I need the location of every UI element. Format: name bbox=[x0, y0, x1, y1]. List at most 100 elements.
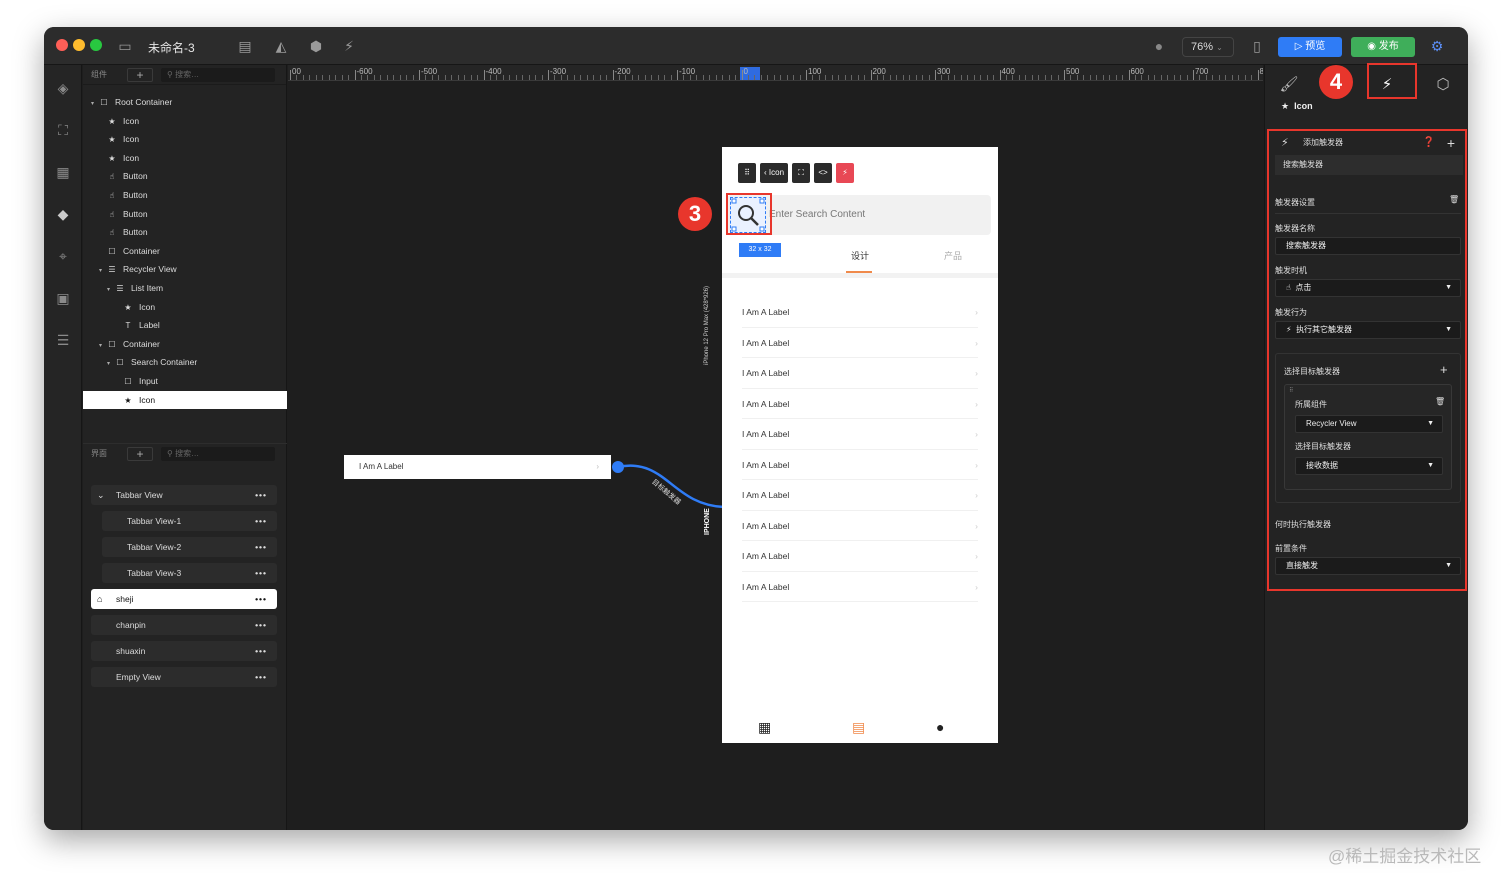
target-trigger-select[interactable]: 接收数据 ▼ bbox=[1295, 457, 1443, 475]
tab-product[interactable]: 产品 bbox=[944, 249, 962, 262]
device-icon[interactable]: ▯ bbox=[1248, 37, 1266, 55]
page-item[interactable]: Tabbar View-1 ••• bbox=[102, 511, 277, 531]
owner-component-select[interactable]: Recycler View ▼ bbox=[1295, 415, 1443, 433]
trigger-item[interactable]: 搜索触发器 bbox=[1275, 155, 1463, 175]
profile-icon[interactable]: ● bbox=[936, 719, 944, 735]
trash-icon[interactable]: 🗑 bbox=[1449, 195, 1459, 204]
layer-item[interactable]: ☝ Button bbox=[83, 205, 287, 224]
more-icon[interactable]: ••• bbox=[255, 641, 267, 661]
package-icon[interactable]: ⬡ bbox=[1425, 71, 1461, 99]
layer-item[interactable]: ☝ Button bbox=[83, 223, 287, 242]
drag-handle-icon[interactable]: ⠿ bbox=[738, 163, 756, 183]
trigger-timing-select[interactable]: ☝ 点击 ▼ bbox=[1275, 279, 1461, 297]
code-icon[interactable]: <> bbox=[814, 163, 833, 183]
layer-item[interactable]: ☐ Container bbox=[83, 242, 287, 261]
layer-item[interactable]: ▾ ☐ Root Container bbox=[83, 93, 287, 112]
chevron-down-icon[interactable]: ⌄ bbox=[97, 485, 105, 505]
publish-button[interactable]: ◉ 发布 bbox=[1351, 37, 1415, 57]
list-item[interactable]: I Am A Label › bbox=[742, 328, 978, 358]
layer-item[interactable]: ▾ ☐ Search Container bbox=[83, 353, 287, 372]
list-item[interactable]: I Am A Label › bbox=[742, 541, 978, 572]
close-window-button[interactable] bbox=[56, 39, 68, 51]
blocks-icon[interactable]: ⛶ bbox=[52, 119, 74, 141]
widgets-icon[interactable]: ▦ bbox=[52, 161, 74, 183]
drag-handle-icon[interactable]: ⠿ bbox=[1289, 387, 1293, 394]
page-item[interactable]: shuaxin ••• bbox=[91, 641, 277, 661]
layer-item[interactable]: ☝ Button bbox=[83, 167, 287, 186]
layers-search-input[interactable]: ⚲ 搜索… bbox=[161, 67, 275, 82]
trash-icon[interactable]: 🗑 bbox=[1435, 397, 1445, 406]
layer-item[interactable]: ▾ ☰ List Item bbox=[83, 279, 287, 298]
dashboard-icon[interactable]: ▦ bbox=[758, 719, 771, 736]
layer-item[interactable]: ▾ ☐ Container bbox=[83, 335, 287, 354]
zoom-select[interactable]: 76% ⌄ bbox=[1182, 37, 1234, 57]
page-item[interactable]: Tabbar View-2 ••• bbox=[102, 537, 277, 557]
fullscreen-icon[interactable]: ⛶ bbox=[792, 163, 811, 183]
more-icon[interactable]: ••• bbox=[255, 563, 267, 583]
page-item[interactable]: chanpin ••• bbox=[91, 615, 277, 635]
layer-item[interactable]: ★ Icon bbox=[83, 112, 287, 131]
pages-icon[interactable]: ▣ bbox=[52, 287, 74, 309]
canvas[interactable]: 00 -600 -500 -400 -300 -200 -100 0 100 200 300 400 5… bbox=[288, 65, 1263, 830]
settings-sliders-icon[interactable]: ⚙ bbox=[1428, 37, 1446, 55]
list-item[interactable]: I Am A Label › bbox=[742, 511, 978, 541]
pages-search-input[interactable]: ⚲ 搜索… bbox=[161, 446, 275, 461]
list-item[interactable]: I Am A Label › bbox=[742, 450, 978, 480]
layer-item[interactable]: ▾ ☰ Recycler View bbox=[83, 260, 287, 279]
page-item[interactable]: Tabbar View-3 ••• bbox=[102, 563, 277, 583]
pin-icon[interactable]: ⌖ bbox=[52, 245, 74, 267]
trigger-action-select[interactable]: ⚡ 执行其它触发器 ▼ bbox=[1275, 321, 1461, 339]
brush-icon[interactable]: 🖌 bbox=[1271, 71, 1307, 99]
layer-item[interactable]: T Label bbox=[83, 316, 287, 335]
document-icon[interactable]: ▤ bbox=[852, 719, 865, 736]
layer-item[interactable]: ★ Icon bbox=[83, 390, 287, 410]
layer-item[interactable]: ★ Icon bbox=[83, 149, 287, 168]
tab-design[interactable]: 设计 bbox=[851, 249, 869, 262]
file-icon[interactable]: ▤ bbox=[236, 37, 254, 55]
phone-frame[interactable]: ⠿ ‹ Icon ⛶ <> ⚡ Enter Search Content 32 … bbox=[722, 147, 998, 743]
sidebar-toggle-icon[interactable]: ▭ bbox=[116, 37, 134, 55]
layer-item[interactable]: ☝ Button bbox=[83, 186, 287, 205]
minimize-window-button[interactable] bbox=[73, 39, 85, 51]
layer-item[interactable]: ★ Icon bbox=[83, 298, 287, 317]
table-icon[interactable]: ☰ bbox=[52, 329, 74, 351]
add-page-button[interactable]: + bbox=[127, 446, 153, 461]
search-input[interactable]: Enter Search Content bbox=[769, 209, 865, 220]
page-item[interactable]: ⌂ sheji ••• bbox=[91, 589, 277, 609]
avatar[interactable]: ● bbox=[1150, 37, 1168, 55]
trigger-name-field[interactable]: 搜索触发器 bbox=[1275, 237, 1461, 255]
precondition-select[interactable]: 直接触发 ▼ bbox=[1275, 557, 1461, 575]
more-icon[interactable]: ••• bbox=[255, 615, 267, 635]
lightning-icon[interactable]: ⚡ bbox=[340, 37, 358, 55]
list-item[interactable]: I Am A Label › bbox=[742, 572, 978, 602]
more-icon[interactable]: ••• bbox=[255, 537, 267, 557]
list-item[interactable]: I Am A Label › bbox=[742, 480, 978, 511]
add-target-button[interactable]: + bbox=[1440, 362, 1448, 377]
preview-button[interactable]: ▷ 预览 bbox=[1278, 37, 1342, 57]
more-icon[interactable]: ••• bbox=[255, 511, 267, 531]
cube-icon[interactable]: ◈ bbox=[52, 77, 74, 99]
components-icon[interactable]: ⬢ bbox=[307, 37, 325, 55]
list-item[interactable]: I Am A Label › bbox=[742, 358, 978, 389]
layer-item[interactable]: ★ Icon bbox=[83, 130, 287, 149]
select-parent-button[interactable]: ‹ Icon bbox=[760, 163, 789, 183]
more-icon[interactable]: ••• bbox=[255, 485, 267, 505]
list-item[interactable]: I Am A Label › bbox=[742, 389, 978, 419]
layer-item[interactable]: ☐ Input bbox=[83, 372, 287, 391]
add-component-button[interactable]: + bbox=[127, 67, 153, 82]
more-icon[interactable]: ••• bbox=[255, 589, 267, 609]
page-item[interactable]: ⌄ Tabbar View ••• bbox=[91, 485, 277, 505]
add-trigger-button[interactable]: + bbox=[1447, 131, 1455, 155]
zoom-window-button[interactable] bbox=[90, 39, 102, 51]
trigger-lightning-icon[interactable]: ⚡ bbox=[836, 163, 855, 183]
page-item[interactable]: Empty View ••• bbox=[91, 667, 277, 687]
external-list-item[interactable]: I Am A Label › bbox=[344, 455, 611, 479]
more-icon[interactable]: ••• bbox=[255, 667, 267, 687]
home-icon[interactable]: ⌂ bbox=[97, 589, 102, 609]
shapes-icon[interactable]: ◭ bbox=[272, 37, 290, 55]
chevron-right-icon: › bbox=[975, 520, 978, 531]
layers-icon[interactable]: ◆ bbox=[52, 203, 74, 225]
help-icon[interactable]: ❓ bbox=[1423, 131, 1435, 155]
list-item[interactable]: I Am A Label › bbox=[742, 297, 978, 328]
list-item[interactable]: I Am A Label › bbox=[742, 419, 978, 450]
